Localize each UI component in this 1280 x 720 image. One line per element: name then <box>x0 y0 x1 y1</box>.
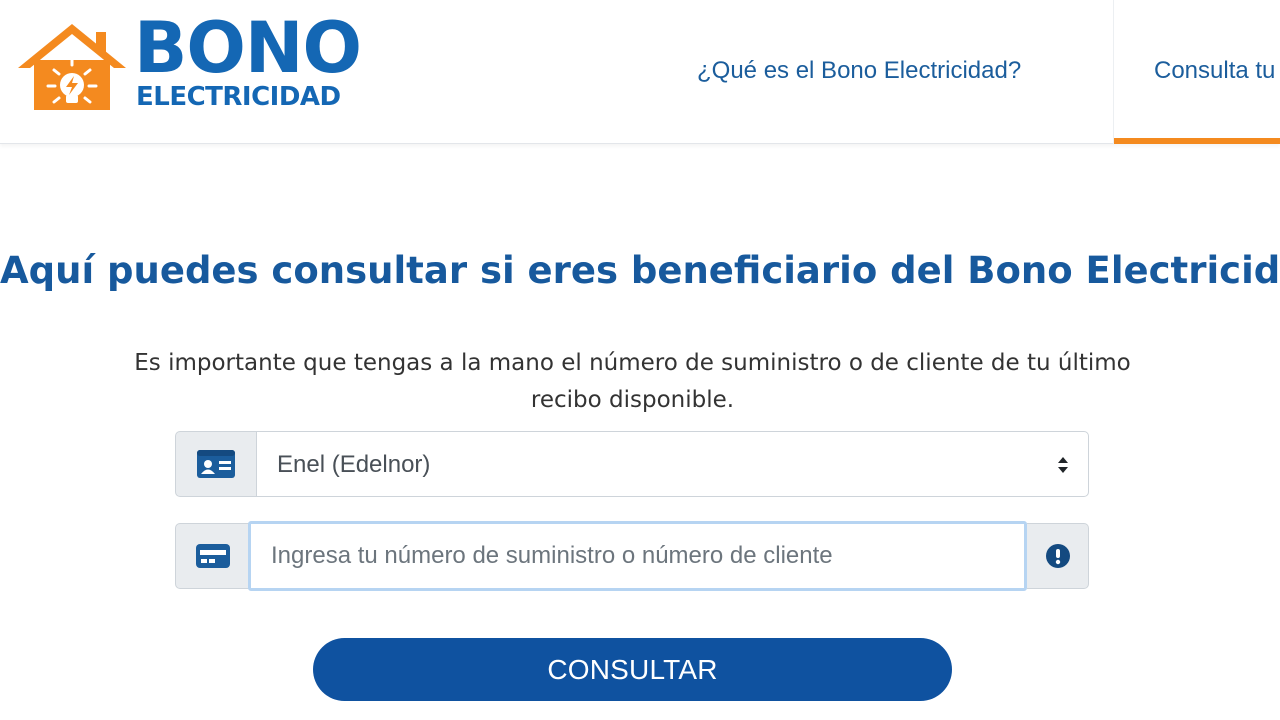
page-title: Aquí puedes consultar si eres beneficiar… <box>0 248 1280 292</box>
logo-word-bono: BONO <box>134 7 362 89</box>
nav-link-consulta[interactable]: Consulta tu <box>1154 56 1275 86</box>
bono-electricidad-logo[interactable]: BONO ELECTRICIDAD <box>14 10 362 115</box>
nav-active-underline <box>1114 138 1280 144</box>
credit-card-icon <box>195 544 230 568</box>
provider-select-group: Enel (Edelnor) <box>175 431 1089 497</box>
supply-number-input[interactable] <box>248 521 1027 591</box>
nav-link-que-es[interactable]: ¿Qué es el Bono Electricidad? <box>697 56 1021 86</box>
site-header: BONO ELECTRICIDAD ¿Qué es el Bono Electr… <box>0 0 1280 144</box>
nav-tab-consulta[interactable]: Consulta tu <box>1113 0 1280 144</box>
provider-select[interactable]: Enel (Edelnor) <box>256 431 1089 497</box>
exclamation-circle-icon <box>1045 544 1070 568</box>
logo-word-electricidad: ELECTRICIDAD <box>136 82 341 112</box>
supply-addon <box>175 523 250 589</box>
id-card-icon <box>197 450 235 478</box>
house-lightbulb-icon <box>18 24 126 110</box>
page-subtitle: Es importante que tengas a la mano el nú… <box>134 350 1131 413</box>
sort-arrows-icon <box>1058 457 1068 473</box>
provider-addon <box>175 431 257 497</box>
consultar-button[interactable]: CONSULTAR <box>313 638 952 701</box>
supply-status-addon <box>1027 523 1089 589</box>
provider-select-value: Enel (Edelnor) <box>277 451 431 478</box>
supply-input-group <box>175 521 1089 591</box>
